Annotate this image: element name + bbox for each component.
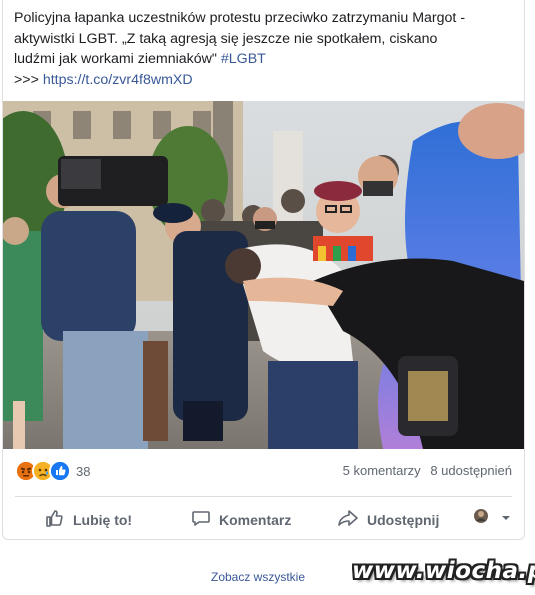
comment-button-label: Komentarz [219,511,292,528]
site-watermark: www.wiocha.pl [352,558,535,584]
like-button[interactable]: Lubię to! [45,508,132,531]
post-url-link[interactable]: https://t.co/zvr4f8wmXD [43,72,193,88]
facebook-post: Policyjna łapanka uczestników protestu p… [2,0,525,540]
stats-counters: 5 komentarzy 8 udostępnień [337,463,512,478]
link-prefix: >>> [14,71,43,88]
post-text-line-2: aktywistki LGBT. „Z taką agresją się jes… [14,30,438,47]
share-button[interactable]: Udostępnij [337,508,439,531]
stats-divider [15,496,512,497]
comments-count[interactable]: 5 komentarzy [343,463,421,478]
avatar-icon [473,508,497,527]
shares-count[interactable]: 8 udostępnień [430,463,512,478]
like-reaction-icon [49,460,71,482]
post-text: Policyjna łapanka uczestników protestu p… [14,8,514,90]
share-arrow-icon [337,508,367,531]
reaction-count[interactable]: 38 [76,464,90,479]
post-text-line-3-text: ludźmi jak workami ziemniaków" [14,51,221,67]
audience-selector[interactable] [473,508,519,527]
comment-button[interactable]: Komentarz [191,508,291,531]
comment-bubble-icon [191,508,219,531]
post-photo[interactable] [3,101,524,449]
post-stats: 38 5 komentarzy 8 udostępnień [3,458,524,486]
thumbs-up-icon [45,508,73,531]
post-link-line: >>> https://t.co/zvr4f8wmXD [14,70,514,91]
hashtag-link[interactable]: #LGBT [221,51,266,67]
protest-photo-illustration [3,101,524,449]
chevron-down-icon [501,510,519,526]
post-text-line-3: ludźmi jak workami ziemniaków" #LGBT [14,49,514,70]
action-bar: Lubię to! Komentarz Udostępnij [3,500,524,536]
like-button-label: Lubię to! [73,511,133,528]
see-all-link[interactable]: Zobacz wszystkie [211,570,305,584]
post-text-line-1: Policyjna łapanka uczestników protestu p… [14,10,466,26]
reactions-summary[interactable]: 38 [15,460,90,482]
share-button-label: Udostępnij [367,511,440,528]
